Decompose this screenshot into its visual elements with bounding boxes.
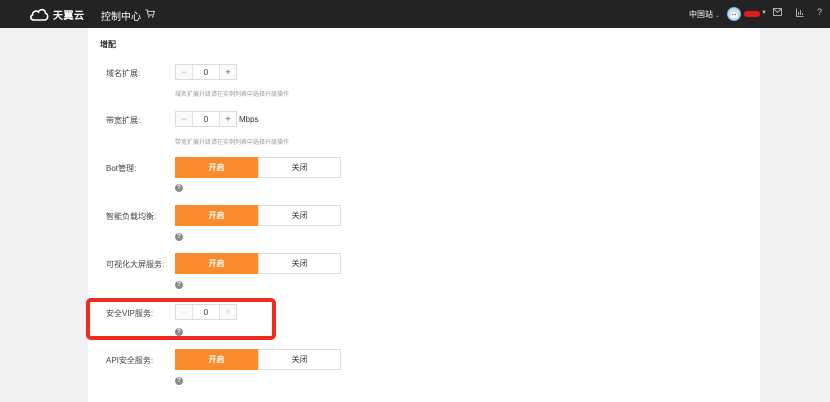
security-vip-value[interactable]: 0 [193,305,219,319]
help-icon[interactable]: ? [817,7,822,17]
section-title: 增配 [100,40,116,49]
decrement-button[interactable]: − [176,65,193,79]
load-balancing-label: 智能负载均衡: [106,212,157,221]
region-selector[interactable]: 中国站 ⌄ [689,9,720,20]
decrement-button[interactable]: − [176,305,193,319]
load-balancing-toggle: 开启 关闭 [175,205,341,226]
enable-option[interactable]: 开启 [175,253,258,274]
bot-management-label: Bot管理: [106,164,137,173]
top-navigation-bar: 天翼云 控制中心 中国站 ⌄ ▼ ? [0,0,830,28]
brand-logo[interactable]: 天翼云 [29,6,85,22]
bandwidth-extension-label: 带宽扩展: [106,116,141,125]
disable-option[interactable]: 关闭 [258,205,341,226]
increment-button[interactable]: + [219,112,236,126]
help-icon[interactable]: ? [175,328,183,336]
visual-screen-toggle: 开启 关闭 [175,253,341,274]
mail-icon[interactable] [773,8,782,16]
region-label: 中国站 [689,10,713,19]
bandwidth-unit: Mbps [239,115,259,124]
bandwidth-extension-stepper: − 0 + [175,111,237,127]
avatar[interactable] [727,7,741,21]
domain-extension-value[interactable]: 0 [193,65,219,79]
domain-extension-stepper: − 0 + [175,64,237,80]
order-icon[interactable] [796,8,804,17]
security-vip-stepper: − 0 + [175,304,237,320]
visual-screen-label: 可视化大屏服务: [106,260,165,269]
help-icon[interactable]: ? [175,377,183,385]
console-link[interactable]: 控制中心 [101,8,141,23]
chevron-down-icon: ⌄ [715,13,721,19]
bot-management-toggle: 开启 关闭 [175,157,341,178]
disable-option[interactable]: 关闭 [258,157,341,178]
domain-extension-hint: 域名扩展升级请在实例列表中选择升级操作 [175,92,290,98]
disable-option[interactable]: 关闭 [258,349,341,370]
bandwidth-extension-value[interactable]: 0 [193,112,219,126]
chevron-down-icon[interactable]: ▼ [761,10,767,16]
enable-option[interactable]: 开启 [175,349,258,370]
cloud-logo-icon [30,8,49,21]
bandwidth-extension-hint: 带宽扩展升级请在实例列表中选择升级操作 [175,140,290,146]
increment-button[interactable]: + [219,305,236,319]
help-icon[interactable]: ? [175,233,183,241]
decrement-button[interactable]: − [176,112,193,126]
cart-icon[interactable] [145,9,155,18]
api-security-toggle: 开启 关闭 [175,349,341,370]
user-avatar-icon [730,11,738,19]
security-vip-label: 安全VIP服务: [106,309,154,318]
help-icon[interactable]: ? [175,184,183,192]
brand-name: 天翼云 [53,10,85,22]
enable-option[interactable]: 开启 [175,205,258,226]
domain-extension-label: 域名扩展: [106,69,141,78]
enable-option[interactable]: 开启 [175,157,258,178]
api-security-label: API安全服务: [106,356,154,365]
help-icon[interactable]: ? [175,281,183,289]
disable-option[interactable]: 关闭 [258,253,341,274]
user-name-redacted[interactable] [744,11,760,17]
increment-button[interactable]: + [219,65,236,79]
